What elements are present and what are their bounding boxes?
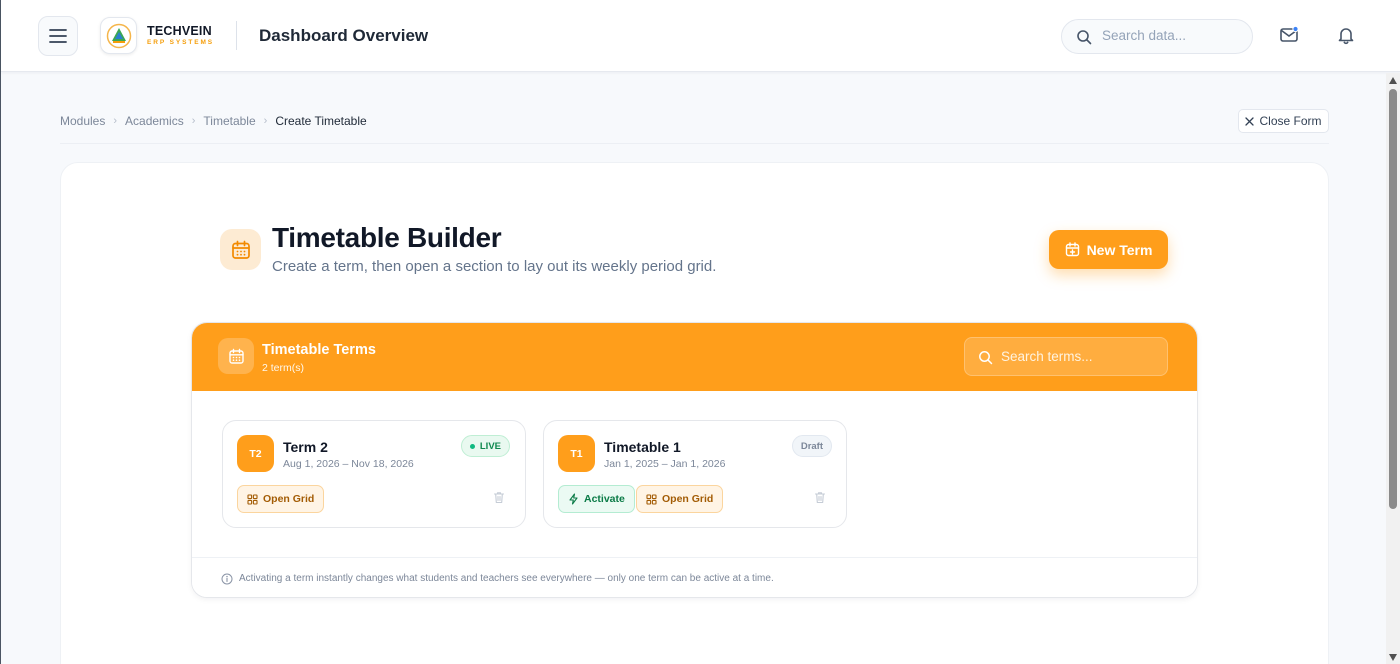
lightning-icon	[569, 493, 578, 505]
builder-subtitle: Create a term, then open a section to la…	[272, 258, 717, 275]
close-form-label: Close Form	[1259, 114, 1322, 128]
new-term-button[interactable]: New Term	[1049, 230, 1168, 269]
breadcrumb: Modules › Academics › Timetable › Create…	[60, 114, 367, 128]
status-badge-draft: Draft	[791, 435, 832, 457]
scroll-up-arrow-icon[interactable]	[1389, 77, 1397, 84]
timetable-builder-icon	[220, 229, 261, 270]
open-grid-button[interactable]: Open Grid	[237, 485, 325, 513]
terms-title: Timetable Terms	[262, 342, 376, 358]
menu-toggle-button[interactable]	[38, 16, 78, 56]
global-search[interactable]	[1061, 19, 1253, 54]
activate-button[interactable]: Activate	[558, 485, 635, 513]
term-name: Timetable 1	[604, 439, 681, 455]
grid-icon	[247, 493, 258, 505]
close-icon	[1245, 116, 1255, 126]
mail-icon	[1280, 25, 1299, 42]
status-badge-live: LIVE	[460, 435, 510, 457]
open-grid-button[interactable]: Open Grid	[636, 485, 724, 513]
terms-count: 2 term(s)	[262, 362, 304, 374]
open-grid-label: Open Grid	[263, 493, 315, 505]
chevron-right-icon: ›	[191, 115, 196, 127]
terms-search[interactable]	[964, 337, 1168, 376]
trash-icon[interactable]	[814, 491, 826, 504]
term-name: Term 2	[283, 439, 328, 455]
timetable-terms-card: Timetable Terms 2 term(s) T2 Term 2 Aug …	[191, 322, 1198, 598]
terms-search-input[interactable]	[1001, 349, 1159, 364]
page-scrollbar[interactable]	[1386, 73, 1400, 664]
new-term-label: New Term	[1086, 241, 1153, 258]
close-form-button[interactable]: Close Form	[1238, 109, 1329, 133]
info-icon	[221, 573, 233, 585]
footer-note: Activating a term instantly changes what…	[239, 573, 774, 584]
builder-title: Timetable Builder	[272, 222, 502, 253]
term-card-term-2[interactable]: T2 Term 2 Aug 1, 2026 – Nov 18, 2026 LIV…	[222, 420, 526, 528]
term-badge: T2	[237, 435, 274, 472]
calendar-icon	[228, 348, 244, 364]
notifications-button[interactable]	[1336, 25, 1356, 45]
menu-icon	[49, 29, 67, 43]
logo-icon	[106, 23, 131, 48]
term-dates: Jan 1, 2025 – Jan 1, 2026	[604, 458, 726, 470]
chevron-right-icon: ›	[113, 115, 118, 127]
breadcrumb-timetable[interactable]: Timetable	[203, 114, 255, 128]
term-card-timetable-1[interactable]: T1 Timetable 1 Jan 1, 2025 – Jan 1, 2026…	[543, 420, 847, 528]
calendar-icon	[231, 240, 250, 259]
breadcrumb-current: Create Timetable	[275, 114, 367, 128]
scrollbar-thumb[interactable]	[1389, 89, 1397, 509]
term-badge: T1	[558, 435, 595, 472]
grid-icon	[646, 493, 657, 505]
status-label: LIVE	[479, 440, 501, 452]
bell-icon	[1338, 28, 1354, 45]
header-divider	[236, 21, 237, 50]
status-label: Draft	[800, 440, 823, 452]
terms-header-icon	[218, 338, 254, 374]
calendar-plus-icon	[1065, 242, 1079, 257]
terms-header: Timetable Terms 2 term(s)	[192, 323, 1197, 391]
term-dates: Aug 1, 2026 – Nov 18, 2026	[283, 458, 414, 470]
global-search-input[interactable]	[1102, 28, 1242, 43]
live-dot-icon	[469, 443, 475, 449]
brand-tagline: ERP SYSTEMS	[147, 39, 215, 46]
breadcrumb-academics[interactable]: Academics	[125, 114, 184, 128]
activate-label: Activate	[584, 493, 625, 505]
brand: TECHVEIN ERP SYSTEMS	[147, 25, 214, 48]
top-bar: TECHVEIN ERP SYSTEMS Dashboard Overview	[1, 0, 1400, 72]
brand-name: TECHVEIN	[147, 24, 212, 38]
search-icon	[979, 351, 993, 365]
breadcrumb-modules[interactable]: Modules	[60, 114, 105, 128]
mail-button[interactable]	[1279, 25, 1299, 45]
search-icon	[1077, 30, 1092, 45]
open-grid-label: Open Grid	[662, 493, 714, 505]
trash-icon[interactable]	[493, 491, 505, 504]
page-title: Dashboard Overview	[259, 26, 429, 45]
brand-logo[interactable]	[100, 17, 137, 54]
chevron-right-icon: ›	[263, 115, 268, 127]
scroll-down-arrow-icon[interactable]	[1389, 654, 1397, 661]
breadcrumb-divider	[60, 143, 1329, 144]
terms-footer: Activating a term instantly changes what…	[192, 557, 1197, 597]
